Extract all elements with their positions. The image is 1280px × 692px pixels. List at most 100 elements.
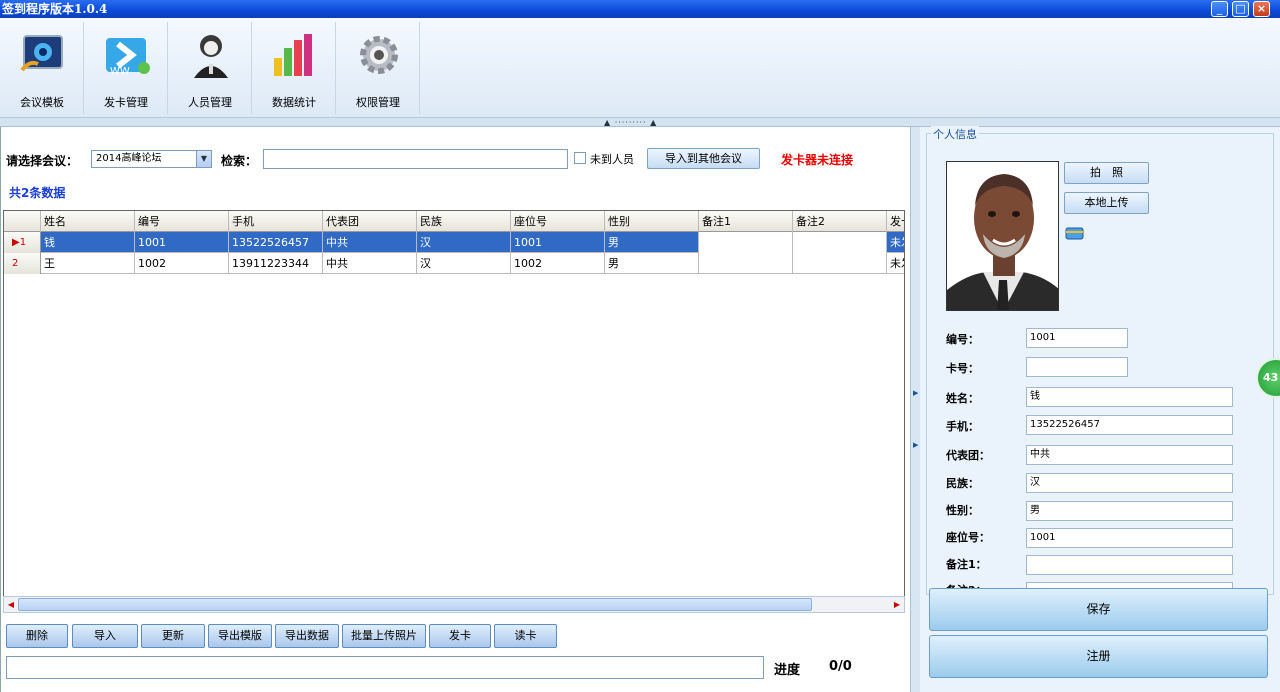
table-cell[interactable]: 钱 bbox=[41, 232, 135, 253]
card-issue-icon: WW bbox=[106, 38, 150, 77]
main-pane: 请选择会议： 2014高峰论坛 ▼ 检索： 未到人员 导入到其他会议 发卡器未连… bbox=[0, 127, 910, 692]
table-cell[interactable] bbox=[793, 232, 887, 253]
toolbar-statistics[interactable]: 数据统计 bbox=[252, 22, 336, 114]
delete-button[interactable]: 删除 bbox=[6, 624, 68, 648]
export-data-button[interactable]: 导出数据 bbox=[275, 624, 339, 648]
table-cell[interactable]: 未发 bbox=[887, 232, 904, 253]
import-other-meeting-button[interactable]: 导入到其他会议 bbox=[647, 148, 760, 169]
seat-number-field[interactable]: 1001 bbox=[1026, 528, 1233, 548]
issue-card-button[interactable]: 发卡 bbox=[429, 624, 491, 648]
toolbar-person-management[interactable]: 人员管理 bbox=[168, 22, 252, 114]
table-row[interactable]: ▶1 钱 1001 13522526457 中共 汉 1001 男 未发 bbox=[4, 232, 904, 253]
table-cell[interactable]: 1002 bbox=[511, 253, 605, 274]
column-header[interactable]: 民族 bbox=[417, 211, 511, 232]
name-field[interactable]: 钱 bbox=[1026, 387, 1233, 407]
table-cell[interactable]: 1001 bbox=[135, 232, 229, 253]
toolbar-label: 权限管理 bbox=[356, 96, 400, 109]
table-row[interactable]: 2 王 1002 13911223344 中共 汉 1002 男 未发 bbox=[4, 253, 904, 274]
field-label: 民族： bbox=[946, 477, 979, 490]
meeting-select[interactable]: 2014高峰论坛 ▼ bbox=[91, 150, 212, 168]
column-header[interactable]: 发卡 bbox=[887, 211, 904, 232]
column-header[interactable]: 备注2 bbox=[793, 211, 887, 232]
card-number-field[interactable] bbox=[1026, 357, 1128, 377]
delegation-field[interactable]: 中共 bbox=[1026, 445, 1233, 465]
row-header-corner bbox=[4, 211, 41, 232]
field-label: 手机： bbox=[946, 420, 979, 433]
gender-field[interactable]: 男 bbox=[1026, 501, 1233, 521]
search-input[interactable] bbox=[263, 149, 568, 169]
table-cell[interactable]: 1002 bbox=[135, 253, 229, 274]
table-cell[interactable]: 13911223344 bbox=[229, 253, 323, 274]
table-cell[interactable] bbox=[699, 253, 793, 274]
table-cell[interactable] bbox=[793, 253, 887, 274]
export-template-button[interactable]: 导出模版 bbox=[208, 624, 272, 648]
absent-checkbox[interactable] bbox=[574, 152, 586, 164]
table-horizontal-scrollbar[interactable]: ◀ ▶ bbox=[3, 596, 905, 613]
table-header: 姓名 编号 手机 代表团 民族 座位号 性别 备注1 备注2 发卡 bbox=[4, 211, 904, 232]
ethnicity-field[interactable]: 汉 bbox=[1026, 473, 1233, 493]
read-card-button[interactable]: 读卡 bbox=[494, 624, 557, 648]
save-button[interactable]: 保存 bbox=[929, 588, 1268, 631]
card-icon[interactable] bbox=[1065, 226, 1085, 240]
column-header[interactable]: 编号 bbox=[135, 211, 229, 232]
table-cell[interactable]: 汉 bbox=[417, 253, 511, 274]
column-header[interactable]: 座位号 bbox=[511, 211, 605, 232]
chevron-down-icon[interactable]: ▼ bbox=[196, 151, 211, 167]
personal-info-group: 个人信息 拍 照 本地上传 编号： 1001 卡号： 姓名： 钱 手机： 135… bbox=[926, 126, 1274, 597]
column-header[interactable]: 性别 bbox=[605, 211, 699, 232]
window-title: 签到程序版本1.0.4 bbox=[2, 2, 108, 16]
column-header[interactable]: 代表团 bbox=[323, 211, 417, 232]
table-cell[interactable]: 中共 bbox=[323, 232, 417, 253]
batch-upload-photos-button[interactable]: 批量上传照片 bbox=[342, 624, 426, 648]
import-button[interactable]: 导入 bbox=[72, 624, 138, 648]
person-photo bbox=[946, 161, 1059, 311]
number-field[interactable]: 1001 bbox=[1026, 328, 1128, 348]
table-cell[interactable]: 未发 bbox=[887, 253, 904, 274]
field-label: 编号： bbox=[946, 333, 979, 346]
horizontal-splitter[interactable]: ▲ ········· ▲ bbox=[0, 118, 1280, 127]
splitter-arrow-icon: ▶ bbox=[913, 441, 919, 449]
phone-field[interactable]: 13522526457 bbox=[1026, 415, 1233, 435]
column-header[interactable]: 姓名 bbox=[41, 211, 135, 232]
column-header[interactable]: 手机 bbox=[229, 211, 323, 232]
field-label: 卡号： bbox=[946, 362, 979, 375]
column-header[interactable]: 备注1 bbox=[699, 211, 793, 232]
toolbar-label: 发卡管理 bbox=[104, 96, 148, 109]
table-cell[interactable]: 中共 bbox=[323, 253, 417, 274]
close-button[interactable]: × bbox=[1253, 1, 1270, 17]
personal-info-pane: 个人信息 拍 照 本地上传 编号： 1001 卡号： 姓名： 钱 手机： 135… bbox=[920, 126, 1280, 692]
register-button[interactable]: 注册 bbox=[929, 635, 1268, 678]
take-photo-button[interactable]: 拍 照 bbox=[1064, 162, 1149, 184]
table-cell[interactable]: 1001 bbox=[511, 232, 605, 253]
toolbar-label: 数据统计 bbox=[272, 96, 316, 109]
scroll-left-icon[interactable]: ◀ bbox=[4, 597, 18, 612]
row-number-text: 1 bbox=[19, 237, 27, 248]
record-count: 共2条数据 bbox=[9, 186, 66, 200]
toolbar-permission[interactable]: 权限管理 bbox=[336, 22, 420, 114]
table-cell[interactable]: 男 bbox=[605, 253, 699, 274]
scrollbar-thumb[interactable] bbox=[18, 598, 812, 611]
search-label: 检索： bbox=[221, 154, 258, 168]
remark1-field[interactable] bbox=[1026, 555, 1233, 575]
table-cell[interactable]: 男 bbox=[605, 232, 699, 253]
splitter-grip-icon: ▲ ········· ▲ bbox=[604, 118, 658, 127]
toolbar-meeting-template[interactable]: 会议模板 bbox=[0, 22, 84, 114]
table-cell[interactable]: 13522526457 bbox=[229, 232, 323, 253]
table-cell[interactable] bbox=[699, 232, 793, 253]
meeting-label: 请选择会议： bbox=[6, 154, 79, 168]
local-upload-button[interactable]: 本地上传 bbox=[1064, 192, 1149, 214]
gear-icon bbox=[360, 36, 398, 74]
vertical-splitter[interactable]: ▶ ▶ bbox=[910, 127, 920, 692]
row-number: ▶1 bbox=[4, 232, 41, 253]
person-icon bbox=[194, 35, 228, 78]
update-button[interactable]: 更新 bbox=[141, 624, 205, 648]
toolbar-card-management[interactable]: WW 发卡管理 bbox=[84, 22, 168, 114]
table-cell[interactable]: 汉 bbox=[417, 232, 511, 253]
scroll-right-icon[interactable]: ▶ bbox=[890, 597, 904, 612]
progress-value: 0/0 bbox=[829, 659, 852, 674]
field-label: 备注1： bbox=[946, 558, 987, 571]
minimize-button[interactable]: _ bbox=[1211, 1, 1228, 17]
maximize-button[interactable]: □ bbox=[1232, 1, 1249, 17]
table-cell[interactable]: 王 bbox=[41, 253, 135, 274]
svg-text:WW: WW bbox=[110, 66, 130, 77]
